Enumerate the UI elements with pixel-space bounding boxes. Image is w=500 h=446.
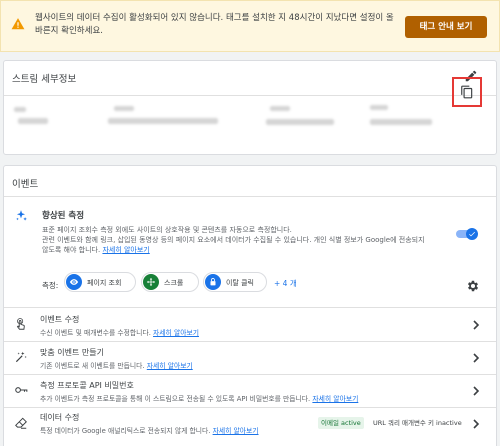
- row-description: 추가 이벤트가 측정 프로토콜을 통해 이 스트림으로 전송될 수 있도록 AP…: [40, 393, 358, 403]
- divider: [4, 307, 496, 308]
- check-icon: [469, 231, 475, 237]
- row-title: 이벤트 수정: [40, 315, 80, 324]
- chip-icon-bg: [66, 274, 82, 290]
- chip-page-views: 페이지 조회: [64, 272, 136, 292]
- touch-icon: [16, 318, 25, 330]
- view-tag-instructions-button[interactable]: 태그 안내 보기: [405, 16, 487, 38]
- lock-icon: [210, 278, 216, 286]
- chevron-right-icon: [473, 353, 480, 363]
- learn-more-link[interactable]: 자세히 알아보기: [102, 246, 149, 254]
- copy-measurement-id-button[interactable]: [452, 77, 482, 107]
- learn-more-link[interactable]: 자세히 알아보기: [312, 395, 358, 403]
- redacted-value: [266, 119, 334, 125]
- row-desc-text: 특정 데이터가 Google 애널리틱스로 전송되지 않게 합니다.: [40, 427, 211, 435]
- row-title: 데이터 수정: [40, 413, 80, 422]
- desc-line: 표준 페이지 조회수 측정 외에도 사이트의 상호작용 및 콘텐츠를 자동으로 …: [42, 226, 292, 234]
- chip-icon-bg: [143, 274, 159, 290]
- divider: [4, 341, 496, 342]
- desc-line: 관련 이벤트와 함께 링크, 삽입된 동영상 등의 페이지 요소에서 데이터가 …: [42, 236, 425, 244]
- divider: [4, 374, 496, 375]
- chip-outbound-clicks: 이탈 클릭: [203, 272, 267, 292]
- magic-wand-icon: [15, 351, 27, 363]
- desc-text: 않도록 해야 합니다.: [42, 246, 101, 254]
- key-icon: [15, 387, 28, 393]
- desc-line: 않도록 해야 합니다. 자세히 알아보기: [42, 245, 442, 255]
- more-measurements-link[interactable]: + 4 개: [274, 278, 297, 289]
- row-title: 측정 프로토콜 API 비밀번호: [40, 381, 134, 390]
- warning-text: 웹사이트의 데이터 수집이 활성화되어 있지 않습니다. 태그를 설치한 지 4…: [35, 13, 394, 36]
- redacted-value: [370, 119, 432, 125]
- enhanced-measurement-description: 표준 페이지 조회수 측정 외에도 사이트의 상호작용 및 콘텐츠를 자동으로 …: [42, 225, 442, 255]
- url-query-redaction-badge: URL 쿼리 매개변수 키 inactive: [370, 417, 465, 429]
- divider: [4, 95, 496, 96]
- chip-icon-bg: [205, 274, 221, 290]
- divider: [4, 196, 496, 197]
- events-card: 이벤트 향상된 측정 표준 페이지 조회수 측정 외에도 사이트의 상호작용 및…: [3, 165, 497, 446]
- sparkle-icon: [16, 210, 27, 221]
- stream-details-card: 스트림 세부정보: [3, 60, 497, 155]
- row-description: 특정 데이터가 Google 애널리틱스로 전송되지 않게 합니다. 자세히 알…: [40, 425, 259, 435]
- crosshair-icon: [146, 277, 156, 287]
- chip-label: 이탈 클릭: [226, 279, 254, 287]
- redacted-value: [18, 118, 48, 124]
- measure-label: 측정:: [42, 281, 59, 290]
- chip-label: 페이지 조회: [87, 279, 122, 287]
- email-redaction-badge: 이메일 active: [318, 417, 364, 429]
- learn-more-link[interactable]: 자세히 알아보기: [153, 329, 199, 337]
- warning-icon: [11, 18, 25, 30]
- row-description: 수신 이벤트 및 매개변수를 수정합니다. 자세히 알아보기: [40, 327, 199, 337]
- row-desc-text: 기존 이벤트로 새 이벤트를 만듭니다.: [40, 362, 145, 370]
- gear-icon[interactable]: [466, 279, 480, 293]
- copy-icon: [461, 85, 473, 99]
- data-collection-warning-banner: 웹사이트의 데이터 수집이 활성화되어 있지 않습니다. 태그를 설치한 지 4…: [0, 0, 500, 52]
- chevron-right-icon: [473, 419, 480, 429]
- row-description: 기존 이벤트로 새 이벤트를 만듭니다. 자세히 알아보기: [40, 360, 193, 370]
- redacted-label: [270, 106, 290, 111]
- events-title: 이벤트: [12, 179, 39, 190]
- chevron-right-icon: [473, 320, 480, 330]
- redacted-label: [114, 106, 134, 111]
- redacted-value: [108, 118, 218, 124]
- learn-more-link[interactable]: 자세히 알아보기: [213, 427, 259, 435]
- eye-icon: [69, 279, 79, 285]
- divider: [4, 407, 496, 408]
- chip-label: 스크롤: [164, 279, 184, 287]
- row-desc-text: 추가 이벤트가 측정 프로토콜을 통해 이 스트림으로 전송될 수 있도록 AP…: [40, 395, 311, 403]
- row-desc-text: 수신 이벤트 및 매개변수를 수정합니다.: [40, 329, 151, 337]
- redacted-label: [370, 105, 388, 110]
- row-title: 맞춤 이벤트 만들기: [40, 348, 104, 357]
- stream-details-title: 스트림 세부정보: [12, 74, 77, 85]
- toggle-knob: [466, 228, 478, 240]
- enhanced-measurement-toggle[interactable]: [456, 228, 478, 240]
- chip-scroll: 스크롤: [141, 272, 199, 292]
- eraser-icon: [15, 417, 27, 429]
- chevron-right-icon: [473, 386, 480, 396]
- enhanced-measurement-title: 향상된 측정: [42, 211, 85, 221]
- redacted-label: [14, 107, 26, 112]
- learn-more-link[interactable]: 자세히 알아보기: [147, 362, 193, 370]
